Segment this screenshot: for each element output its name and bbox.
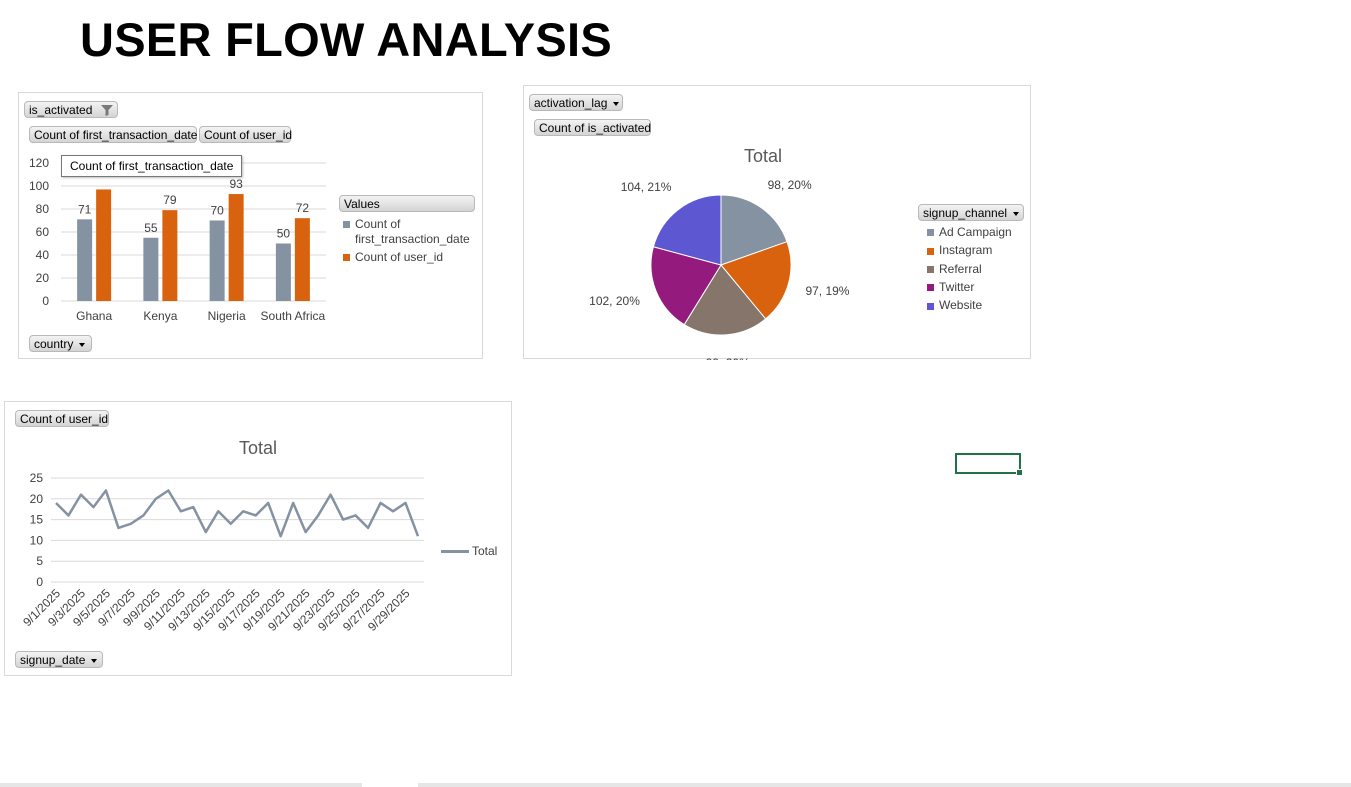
scrollbar-gap [362, 783, 418, 787]
pie-legend-item: Twitter [927, 280, 974, 294]
legend-label: Ad Campaign [939, 225, 1012, 239]
x-tick-label: Kenya [143, 309, 177, 323]
fill-handle[interactable] [1016, 469, 1023, 476]
y-tick-label: 15 [30, 513, 44, 527]
bar [294, 218, 310, 301]
legend-item-first-transaction: Count of first_transaction_date [343, 217, 473, 247]
pie-legend-item: Referral [927, 262, 982, 276]
legend-swatch [927, 284, 934, 292]
signup-channel-legend-button[interactable]: signup_channel [918, 204, 1024, 221]
y-tick-label: 60 [36, 225, 50, 239]
pie-data-label: 102, 20% [589, 294, 640, 308]
pie-data-label: 98, 20% [768, 178, 812, 192]
data-label: 79 [163, 193, 177, 207]
x-tick-label: South Africa [261, 309, 326, 323]
data-label: 71 [78, 202, 92, 216]
pie-title: Total [744, 146, 782, 166]
signup-channel-label: signup_channel [923, 206, 1008, 220]
data-label: 70 [210, 204, 224, 218]
legend-label: Count of first_transaction_date [355, 217, 470, 246]
data-label: 50 [277, 227, 291, 241]
legend-swatch [927, 265, 934, 273]
bar [77, 219, 93, 301]
selected-cell[interactable] [955, 453, 1023, 476]
line-chart-panel[interactable]: Count of user_id Total 0 5 10 15 20 25 9/1/2025… [4, 401, 512, 676]
page-title: USER FLOW ANALYSIS [80, 13, 613, 66]
y-tick-label: 5 [36, 554, 43, 568]
pie-legend-item: Instagram [927, 243, 992, 257]
legend-swatch [343, 254, 350, 262]
data-label: 93 [229, 177, 243, 191]
signup-date-label: signup_date [20, 653, 86, 667]
chart-tooltip: Count of first_transaction_date [61, 155, 243, 177]
bar [162, 210, 178, 301]
legend-label: Twitter [939, 279, 975, 294]
x-tick-label: Ghana [76, 309, 112, 323]
pie-data-label: 97, 19% [805, 284, 849, 298]
pie-data-label: 104, 21% [621, 180, 672, 194]
pie-chart-panel[interactable]: activation_lag Count of is_activated Tot… [523, 85, 1031, 360]
y-tick-label: 25 [30, 471, 44, 485]
legend-label: Website [939, 298, 983, 313]
bar-chart-panel[interactable]: is_activated Count of first_transaction_… [18, 92, 483, 359]
y-tick-label: 20 [36, 271, 50, 285]
legend-swatch [927, 247, 934, 255]
y-tick-label: 10 [30, 533, 44, 547]
line-legend: Total [441, 544, 497, 558]
line-chart-plot: Total05101520259/1/20259/3/20259/5/20259… [20, 438, 424, 634]
pie-legend-item: Ad Campaign [927, 225, 1012, 239]
legend-swatch [927, 302, 934, 310]
signup-date-axis-button[interactable]: signup_date [15, 651, 103, 668]
country-axis-label: country [34, 337, 74, 351]
legend-label: Instagram [939, 243, 993, 258]
bar [143, 237, 159, 301]
pie-chart-plot: Total 98, 20% 97, 19% 99, 20% 102, 20% 104, 2… [589, 146, 850, 360]
bottom-scrollbar[interactable] [0, 783, 1351, 787]
x-tick-label: Nigeria [208, 309, 246, 323]
data-label: 55 [144, 221, 158, 235]
line-series [55, 489, 420, 538]
line-legend-label: Total [472, 544, 498, 558]
bar [96, 189, 112, 301]
line-title: Total [239, 438, 277, 458]
bar [228, 194, 244, 301]
pie-data-label: 99, 20% [706, 356, 750, 360]
bar [209, 220, 225, 301]
legend-swatch [343, 221, 350, 229]
y-tick-label: 120 [29, 156, 49, 170]
legend-label: Referral [939, 261, 982, 276]
y-tick-label: 0 [42, 294, 49, 308]
y-tick-label: 80 [36, 202, 50, 216]
pie-legend-item: Website [927, 298, 982, 312]
legend-item-user-id: Count of user_id [343, 250, 443, 264]
y-tick-label: 100 [29, 179, 49, 193]
line-legend-swatch [441, 550, 469, 554]
values-legend-button[interactable]: Values [339, 195, 475, 212]
data-label: 72 [296, 201, 310, 215]
y-tick-label: 20 [30, 492, 44, 506]
country-axis-button[interactable]: country [29, 335, 92, 352]
legend-swatch [927, 229, 934, 237]
y-tick-label: 0 [36, 575, 43, 589]
bar [275, 243, 291, 301]
y-tick-label: 40 [36, 248, 50, 262]
legend-label: Count of user_id [355, 250, 444, 264]
